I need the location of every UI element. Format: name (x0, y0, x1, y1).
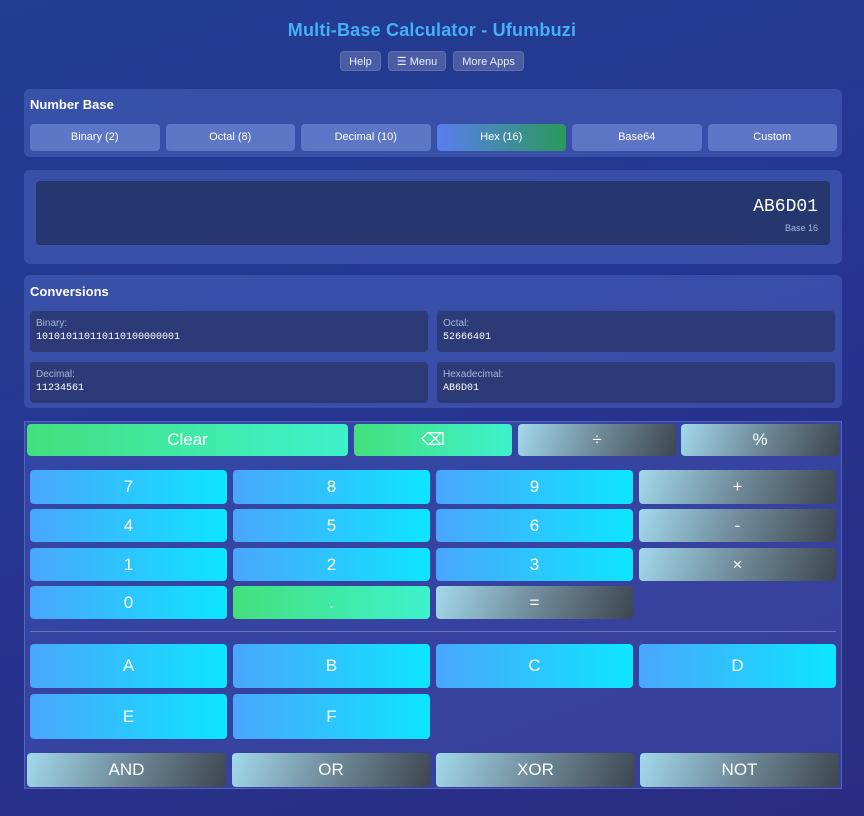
decimal-value: 11234561 (36, 383, 85, 394)
digit-5-button[interactable]: 5 (233, 509, 430, 542)
digit-6-button[interactable]: 6 (436, 509, 633, 542)
base-binary-button[interactable]: Binary (2) (30, 124, 160, 151)
base-base64-button[interactable]: Base64 (572, 124, 702, 151)
octal-label: Octal: (443, 318, 470, 329)
hex-a-button[interactable]: A (30, 644, 227, 688)
clear-button[interactable]: Clear (27, 424, 348, 456)
not-button[interactable]: NOT (640, 753, 839, 787)
octal-value: 52666401 (443, 332, 492, 343)
binary-value: 101010110110110100000001 (36, 332, 181, 343)
binary-conversion: Binary: 101010110110110100000001 (30, 311, 428, 352)
display-base-label: Base 16 (784, 223, 818, 233)
decimal-conversion: Decimal: 11234561 (30, 362, 428, 403)
hex-c-button[interactable]: C (436, 644, 633, 688)
decimal-point-button[interactable]: . (233, 586, 430, 619)
digit-8-button[interactable]: 8 (233, 470, 430, 504)
base-selector: Binary (2) Octal (8) Decimal (10) Hex (1… (30, 124, 837, 151)
display-panel: AB6D01 Base 16 (24, 170, 842, 264)
number-base-panel: Number Base Binary (2) Octal (8) Decimal… (24, 89, 842, 157)
keypad-divider (30, 631, 836, 632)
backspace-button[interactable]: ⌫ (354, 424, 512, 456)
plus-button[interactable]: + (639, 470, 836, 504)
hex-d-button[interactable]: D (639, 644, 836, 688)
octal-conversion: Octal: 52666401 (437, 311, 835, 352)
decimal-label: Decimal: (36, 369, 75, 380)
conversions-title: Conversions (30, 284, 109, 299)
multiply-button[interactable]: × (639, 548, 836, 581)
minus-button[interactable]: - (639, 509, 836, 542)
binary-label: Binary: (36, 318, 68, 329)
display-screen: AB6D01 Base 16 (36, 181, 830, 245)
conversions-panel: Conversions Binary: 10101011011011010000… (24, 275, 842, 408)
digit-9-button[interactable]: 9 (436, 470, 633, 504)
menu-button[interactable]: ☰ Menu (387, 51, 447, 71)
base-octal-button[interactable]: Octal (8) (165, 124, 295, 151)
more-apps-button[interactable]: More Apps (453, 51, 524, 71)
base-decimal-button[interactable]: Decimal (10) (301, 124, 431, 151)
hex-b-button[interactable]: B (233, 644, 430, 688)
base-custom-button[interactable]: Custom (707, 124, 837, 151)
or-button[interactable]: OR (232, 753, 430, 787)
help-button[interactable]: Help (340, 51, 381, 71)
number-base-title: Number Base (30, 97, 114, 112)
hex-e-button[interactable]: E (30, 694, 227, 739)
digit-3-button[interactable]: 3 (436, 548, 633, 581)
hex-value: AB6D01 (443, 383, 480, 394)
digit-7-button[interactable]: 7 (30, 470, 227, 504)
digit-0-button[interactable]: 0 (30, 586, 227, 619)
digit-2-button[interactable]: 2 (233, 548, 430, 581)
and-button[interactable]: AND (27, 753, 226, 787)
hex-label: Hexadecimal: (443, 369, 504, 380)
display-value: AB6D01 (753, 197, 818, 217)
digit-4-button[interactable]: 4 (30, 509, 227, 542)
divide-button[interactable]: ÷ (518, 424, 676, 456)
digit-1-button[interactable]: 1 (30, 548, 227, 581)
equals-button[interactable]: = (436, 586, 633, 619)
keypad: Clear ⌫ ÷ % 7 8 9 + 4 5 6 - 1 2 3 × 0 . … (24, 421, 842, 789)
hex-f-button[interactable]: F (233, 694, 430, 739)
xor-button[interactable]: XOR (436, 753, 635, 787)
top-nav: Help ☰ Menu More Apps (0, 51, 864, 71)
app-title: Multi-Base Calculator - Ufumbuzi (287, 20, 577, 40)
base-hex-button[interactable]: Hex (16) (436, 124, 566, 151)
percent-button[interactable]: % (681, 424, 839, 456)
hex-conversion: Hexadecimal: AB6D01 (437, 362, 835, 403)
